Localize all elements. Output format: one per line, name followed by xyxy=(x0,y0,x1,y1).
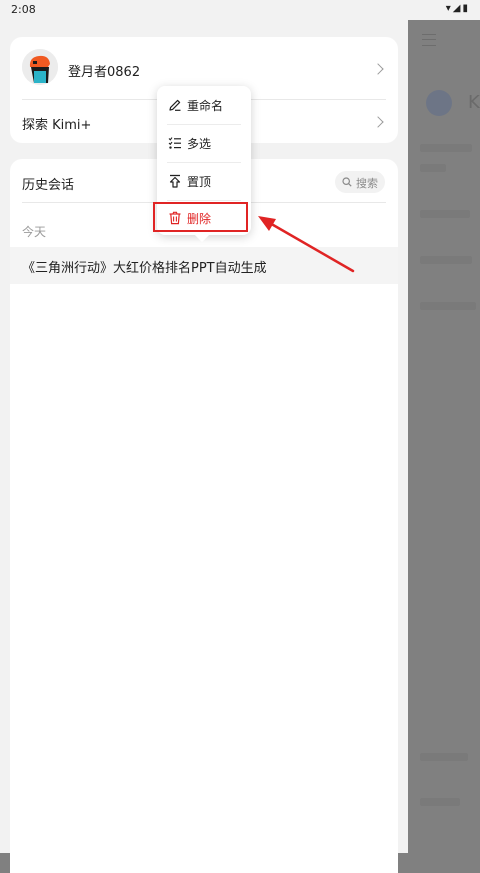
status-time: 2:08 xyxy=(11,3,36,16)
pencil-icon xyxy=(169,99,181,111)
search-icon xyxy=(342,177,352,187)
suggestion-line xyxy=(420,210,470,218)
user-avatar[interactable] xyxy=(22,49,58,85)
highlight-box-delete xyxy=(153,202,248,232)
status-icons: ▾◢▮ xyxy=(445,3,470,14)
assistant-avatar xyxy=(426,90,452,116)
status-bar: 2:08 ▾◢▮ xyxy=(0,0,480,20)
suggestion-line xyxy=(420,302,476,310)
user-name[interactable]: 登月者0862 xyxy=(68,61,140,80)
assistant-name-peek: K xyxy=(468,92,480,113)
avatar-image xyxy=(22,49,58,85)
suggestion-line xyxy=(420,256,472,264)
search-label: 搜索 xyxy=(356,177,378,190)
menu-item-label: 置顶 xyxy=(187,175,212,189)
chevron-right-icon[interactable] xyxy=(372,63,384,75)
menu-item-label: 重命名 xyxy=(187,99,224,113)
section-header-today: 今天 xyxy=(22,225,47,239)
history-item[interactable]: 《三角洲行动》大红价格排名PPT自动生成 xyxy=(10,247,398,284)
greeting-line xyxy=(420,144,472,152)
checklist-icon xyxy=(168,137,181,149)
menu-icon xyxy=(422,34,436,46)
greeting-line xyxy=(420,164,446,172)
menu-item-pin-top[interactable]: 置顶 xyxy=(157,163,251,199)
history-title: 历史会话 xyxy=(22,178,75,193)
bottom-line xyxy=(420,753,468,761)
pin-top-icon xyxy=(169,174,181,188)
main-chat-pane-dimmed[interactable]: K xyxy=(408,20,480,853)
history-card: 历史会话 搜索 今天 《三角洲行动》大红价格排名PPT自动生成 xyxy=(10,159,398,873)
search-button[interactable]: 搜索 xyxy=(335,171,385,193)
bottom-line xyxy=(420,798,460,806)
explore-kimi-plus[interactable]: 探索 Kimi+ xyxy=(22,114,91,133)
menu-item-rename[interactable]: 重命名 xyxy=(157,87,251,123)
menu-item-multiselect[interactable]: 多选 xyxy=(157,125,251,161)
menu-item-label: 多选 xyxy=(187,137,212,151)
history-item-title: 《三角洲行动》大红价格排名PPT自动生成 xyxy=(22,261,267,276)
chevron-right-icon[interactable] xyxy=(372,116,384,128)
